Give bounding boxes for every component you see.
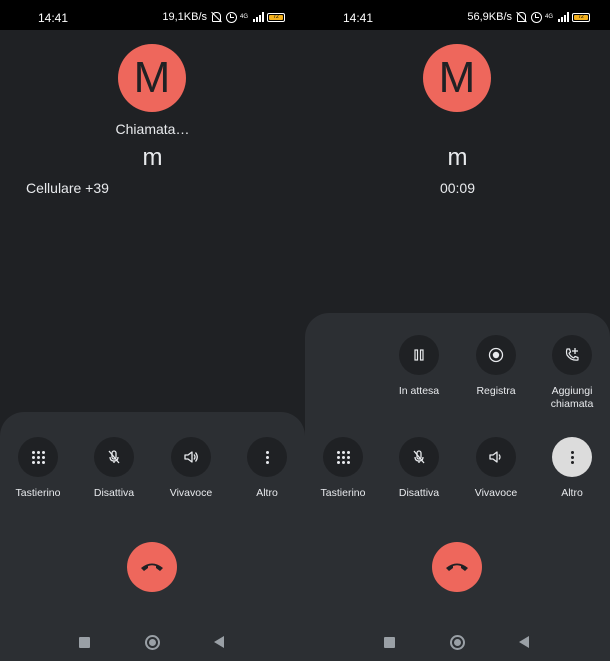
mic-off-icon xyxy=(413,450,425,464)
speaker-icon xyxy=(184,451,198,463)
battery-icon: 72 xyxy=(572,12,590,22)
recents-nav-icon[interactable] xyxy=(384,637,395,648)
signal-icon xyxy=(253,12,264,22)
caller-name: m xyxy=(142,144,163,171)
home-nav-icon[interactable] xyxy=(450,635,465,650)
hold-button[interactable]: In attesa xyxy=(381,335,457,398)
hang-up-icon xyxy=(141,563,163,571)
dialpad-icon xyxy=(31,450,45,464)
call-status: Chiamata… xyxy=(115,121,190,137)
bell-off-icon xyxy=(210,11,222,23)
home-nav-icon[interactable] xyxy=(145,635,160,650)
caller-number: Cellulare +39 xyxy=(26,180,109,196)
battery-level: 72 xyxy=(574,14,588,20)
end-call-button[interactable] xyxy=(432,542,482,592)
contact-avatar: M xyxy=(118,44,186,112)
alarm-icon xyxy=(225,11,237,23)
system-nav-bar xyxy=(0,621,305,661)
bell-off-icon xyxy=(515,11,527,23)
network-speed: 56,9KB/s xyxy=(467,11,512,23)
battery-icon: 72 xyxy=(267,12,285,22)
battery-level: 72 xyxy=(269,14,283,20)
status-bar: 14:41 19,1KB/s 4G 72 xyxy=(0,0,305,30)
call-controls-panel: Tastierino Disattiva Vivavoce Altro xyxy=(0,412,305,661)
status-time: 14:41 xyxy=(38,11,69,25)
more-button[interactable]: Altro xyxy=(229,437,305,500)
alarm-icon xyxy=(530,11,542,23)
record-icon xyxy=(488,347,504,363)
end-call-button[interactable] xyxy=(127,542,177,592)
back-nav-icon[interactable] xyxy=(214,636,224,648)
contact-avatar: M xyxy=(423,44,491,112)
speaker-button[interactable]: Vivavoce xyxy=(153,437,229,500)
dialpad-button[interactable]: Tastierino xyxy=(0,437,76,500)
pause-icon xyxy=(414,349,424,361)
in-call-screen: 14:41 56,9KB/s 4G 72 M m 00:09 In attesa xyxy=(305,0,610,661)
caller-name: m xyxy=(447,144,468,171)
more-icon xyxy=(570,450,574,464)
recents-nav-icon[interactable] xyxy=(79,637,90,648)
calling-screen: 14:41 19,1KB/s 4G 72 M Chiamata… m Cellu… xyxy=(0,0,305,661)
dialpad-button[interactable]: Tastierino xyxy=(305,437,381,500)
signal-icon xyxy=(558,12,569,22)
mic-off-icon xyxy=(108,450,120,464)
system-nav-bar xyxy=(305,621,610,661)
more-icon xyxy=(265,450,269,464)
back-nav-icon[interactable] xyxy=(519,636,529,648)
hang-up-icon xyxy=(446,563,468,571)
speaker-icon xyxy=(489,451,501,463)
speaker-button[interactable]: Vivavoce xyxy=(458,437,534,500)
status-bar: 14:41 56,9KB/s 4G 72 xyxy=(305,0,610,30)
mute-button[interactable]: Disattiva xyxy=(76,437,152,500)
more-button[interactable]: Altro xyxy=(534,437,610,500)
add-call-icon xyxy=(565,348,579,361)
network-type: 4G xyxy=(545,14,554,20)
status-time: 14:41 xyxy=(343,11,374,25)
mute-button[interactable]: Disattiva xyxy=(381,437,457,500)
network-speed: 19,1KB/s xyxy=(162,11,207,23)
call-controls-panel: In attesa Registra Aggiungi chiamata Tas… xyxy=(305,313,610,661)
record-button[interactable]: Registra xyxy=(458,335,534,398)
network-type: 4G xyxy=(240,14,249,20)
call-timer: 00:09 xyxy=(439,180,476,196)
add-call-button[interactable]: Aggiungi chiamata xyxy=(534,335,610,411)
dialpad-icon xyxy=(336,450,350,464)
